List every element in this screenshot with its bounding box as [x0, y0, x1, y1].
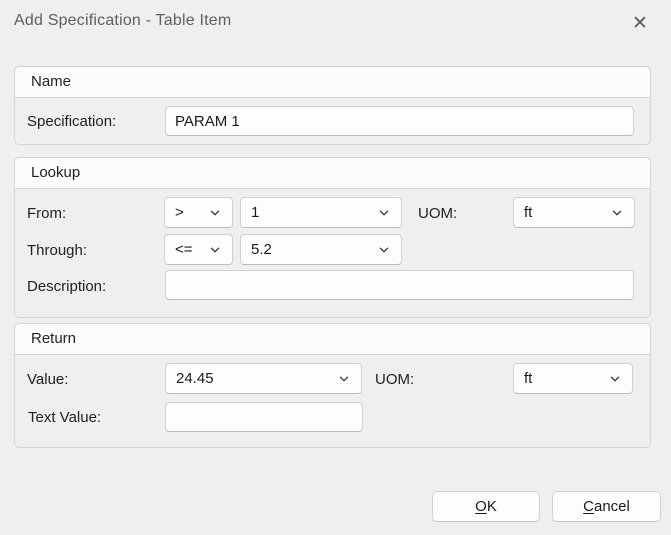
value-value: 24.45: [176, 370, 214, 387]
through-value: 5.2: [251, 241, 272, 258]
chevron-down-icon: [378, 244, 390, 256]
name-group-header: Name: [15, 67, 650, 98]
ok-button-accesskey: O: [475, 498, 487, 515]
cancel-button[interactable]: Cancel: [552, 491, 661, 522]
from-value: 1: [251, 204, 259, 221]
from-operator-select[interactable]: >: [164, 197, 233, 228]
through-value-select[interactable]: 5.2: [240, 234, 402, 265]
return-uom-label: UOM:: [375, 371, 414, 388]
lookup-uom-value: ft: [524, 204, 532, 221]
text-value-label: Text Value:: [28, 409, 101, 426]
chevron-down-icon: [338, 373, 350, 385]
description-input[interactable]: [165, 270, 634, 300]
lookup-group-header: Lookup: [15, 158, 650, 189]
chevron-down-icon: [209, 207, 221, 219]
specification-label: Specification:: [27, 113, 116, 130]
lookup-uom-label: UOM:: [418, 205, 457, 222]
text-value-input[interactable]: [165, 402, 363, 432]
value-label: Value:: [27, 371, 68, 388]
lookup-uom-select[interactable]: ft: [513, 197, 635, 228]
from-operator-value: >: [175, 204, 184, 221]
return-uom-value: ft: [524, 370, 532, 387]
return-group-header: Return: [15, 324, 650, 355]
close-icon[interactable]: ✕: [625, 8, 655, 38]
chevron-down-icon: [611, 207, 623, 219]
cancel-button-label: ancel: [594, 498, 630, 515]
ok-button[interactable]: OK: [432, 491, 540, 522]
through-operator-value: <=: [175, 241, 193, 258]
specification-input[interactable]: [165, 106, 634, 136]
dialog-title: Add Specification - Table Item: [14, 12, 231, 30]
chevron-down-icon: [209, 244, 221, 256]
from-label: From:: [27, 205, 66, 222]
chevron-down-icon: [378, 207, 390, 219]
chevron-down-icon: [609, 373, 621, 385]
add-specification-dialog: Add Specification - Table Item ✕ Name Sp…: [0, 0, 671, 535]
ok-button-label: K: [487, 498, 497, 515]
return-uom-select[interactable]: ft: [513, 363, 633, 394]
cancel-button-accesskey: C: [583, 498, 594, 515]
through-label: Through:: [27, 242, 87, 259]
from-value-select[interactable]: 1: [240, 197, 402, 228]
description-label: Description:: [27, 278, 106, 295]
through-operator-select[interactable]: <=: [164, 234, 233, 265]
value-select[interactable]: 24.45: [165, 363, 362, 394]
